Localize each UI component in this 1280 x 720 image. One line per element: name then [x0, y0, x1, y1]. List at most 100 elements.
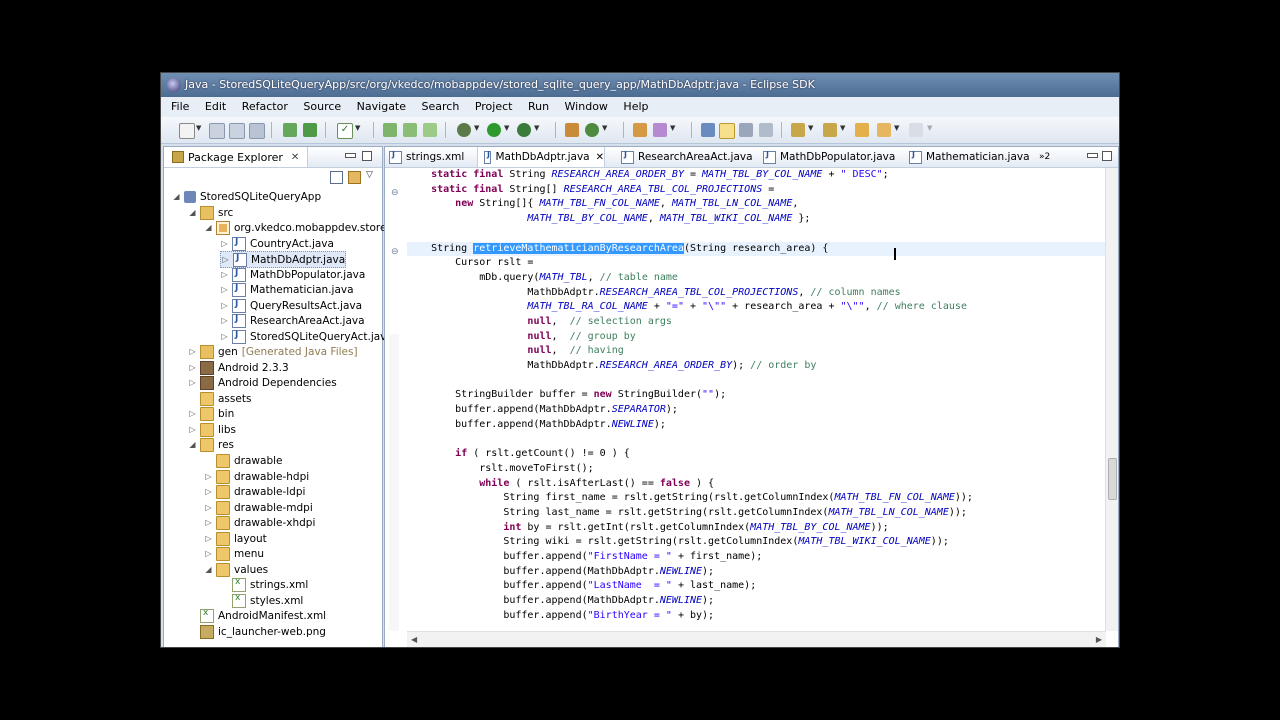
search-icon[interactable]: [653, 123, 667, 137]
expand-arrow-icon[interactable]: ▷: [188, 347, 197, 356]
save-icon[interactable]: [209, 123, 225, 139]
expand-arrow-icon[interactable]: ▷: [204, 518, 213, 527]
tree-item-layout[interactable]: ▷ layout: [204, 531, 267, 546]
tree-item-bin[interactable]: ▷ bin: [188, 406, 234, 421]
tree-item-androidmanifest[interactable]: AndroidManifest.xml: [188, 608, 326, 623]
tree-item-drawable-xhdpi[interactable]: ▷ drawable-xhdpi: [204, 515, 315, 530]
search-dropdown-icon[interactable]: ▼: [670, 124, 675, 132]
tree-item-styles-xml[interactable]: styles.xml: [220, 593, 303, 608]
view-menu-icon[interactable]: ▽: [366, 170, 373, 180]
tree-item-android-dependencies[interactable]: ▷ Android Dependencies: [188, 375, 337, 390]
back-dropdown-icon[interactable]: ▼: [894, 124, 899, 132]
expand-arrow-icon[interactable]: ▷: [220, 239, 229, 248]
back-icon[interactable]: [877, 123, 891, 137]
tree-item-drawable-hdpi[interactable]: ▷ drawable-hdpi: [204, 469, 309, 484]
forward-dropdown-icon[interactable]: ▼: [927, 124, 932, 132]
tab-package-explorer[interactable]: Package Explorer ✕: [164, 147, 309, 167]
collapse-arrow-icon[interactable]: ◢: [188, 440, 197, 449]
expand-arrow-icon[interactable]: ▷: [204, 503, 213, 512]
tree-item-android-233[interactable]: ▷ Android 2.3.3: [188, 360, 289, 375]
menu-refactor[interactable]: Refactor: [236, 97, 294, 113]
tab-researchareaact-java[interactable]: ResearchAreaAct.java: [621, 147, 753, 167]
run-icon[interactable]: [487, 123, 501, 137]
link-with-editor-icon[interactable]: [348, 171, 361, 184]
tree-item-strings-xml[interactable]: strings.xml: [220, 577, 308, 592]
previous-annotation-icon[interactable]: [823, 123, 837, 137]
collapse-arrow-icon[interactable]: ◢: [204, 565, 213, 574]
tab-overflow-list[interactable]: »2: [1039, 147, 1050, 167]
expand-arrow-icon[interactable]: ▷: [204, 534, 213, 543]
maximize-icon[interactable]: [362, 151, 372, 161]
collapse-all-icon[interactable]: [330, 171, 343, 184]
collapse-arrow-icon[interactable]: ◢: [188, 208, 197, 217]
fold-marker-icon[interactable]: ⊖: [391, 247, 399, 257]
tree-item-countryact[interactable]: ▷ CountryAct.java: [220, 236, 334, 251]
tree-item-menu[interactable]: ▷ menu: [204, 546, 264, 561]
horizontal-scrollbar[interactable]: ◀ ▶: [407, 631, 1106, 647]
expand-arrow-icon[interactable]: ▷: [188, 363, 197, 372]
tree-item-drawable-mdpi[interactable]: ▷ drawable-mdpi: [204, 500, 313, 515]
tree-item-libs[interactable]: ▷ libs: [188, 422, 236, 437]
expand-arrow-icon[interactable]: ▷: [188, 425, 197, 434]
minimize-icon[interactable]: [1087, 153, 1098, 158]
new-icon[interactable]: [179, 123, 195, 139]
menu-edit[interactable]: Edit: [199, 97, 232, 113]
android-sdk-icon[interactable]: [283, 123, 297, 137]
new-android-project-icon[interactable]: [383, 123, 397, 137]
debug-icon[interactable]: [457, 123, 471, 137]
tree-item-gen[interactable]: ▷ gen [Generated Java Files]: [188, 344, 358, 359]
expand-arrow-icon[interactable]: ▷: [188, 409, 197, 418]
save-all-icon[interactable]: [229, 123, 245, 139]
tree-item-mathdbadptr[interactable]: ▷ MathDbAdptr.java: [220, 251, 347, 268]
tab-strings-xml[interactable]: strings.xml: [389, 147, 464, 167]
tab-mathdbadptr-java[interactable]: MathDbAdptr.java ✕: [477, 147, 605, 167]
vertical-scrollbar[interactable]: [1105, 168, 1118, 631]
menu-source[interactable]: Source: [297, 97, 347, 113]
scroll-right-icon[interactable]: ▶: [1096, 635, 1102, 644]
tree-item-drawable[interactable]: drawable: [204, 453, 282, 468]
tree-item-drawable-ldpi[interactable]: ▷ drawable-ldpi: [204, 484, 305, 499]
tree-item-mathdbpopulator[interactable]: ▷ MathDbPopulator.java: [220, 267, 365, 282]
minimize-icon[interactable]: [345, 153, 356, 158]
tree-item-project[interactable]: ◢ StoredSQLiteQueryApp: [172, 189, 321, 204]
expand-arrow-icon[interactable]: ▷: [188, 378, 197, 387]
expand-arrow-icon[interactable]: ▷: [204, 487, 213, 496]
tree-item-storedsqlitequeryact[interactable]: ▷ StoredSQLiteQueryAct.java: [220, 329, 393, 344]
tree-item-researchareaact[interactable]: ▷ ResearchAreaAct.java: [220, 313, 365, 328]
next-annotation-dropdown-icon[interactable]: ▼: [808, 124, 813, 132]
print-icon[interactable]: [249, 123, 265, 139]
tree-item-queryresultsact[interactable]: ▷ QueryResultsAct.java: [220, 298, 362, 313]
scroll-left-icon[interactable]: ◀: [411, 635, 417, 644]
toggle-breadcrumb-icon[interactable]: [701, 123, 715, 137]
next-annotation-icon[interactable]: [791, 123, 805, 137]
expand-arrow-icon[interactable]: ▷: [204, 472, 213, 481]
tree-item-src[interactable]: ◢ src: [188, 205, 233, 220]
menu-navigate[interactable]: Navigate: [351, 97, 412, 113]
show-whitespace-icon[interactable]: [759, 123, 773, 137]
menu-project[interactable]: Project: [469, 97, 519, 113]
expand-arrow-icon[interactable]: ▷: [221, 255, 230, 264]
tree-item-package[interactable]: ◢ org.vkedco.mobappdev.stored: [204, 220, 393, 235]
tree-item-values[interactable]: ◢ values: [204, 562, 268, 577]
new-android-class-icon[interactable]: [403, 123, 417, 137]
forward-icon[interactable]: [909, 123, 923, 137]
menu-window[interactable]: Window: [559, 97, 614, 113]
code-area[interactable]: static final String RESEARCH_AREA_ORDER_…: [407, 168, 1107, 631]
checkbox-icon[interactable]: ✓: [337, 123, 353, 139]
avd-manager-icon[interactable]: [303, 123, 317, 137]
expand-arrow-icon[interactable]: ▷: [220, 301, 229, 310]
expand-arrow-icon[interactable]: ▷: [220, 332, 229, 341]
external-tools-icon[interactable]: [517, 123, 531, 137]
menu-run[interactable]: Run: [522, 97, 555, 113]
external-tools-dropdown-icon[interactable]: ▼: [534, 124, 539, 132]
tree-item-res[interactable]: ◢ res: [188, 437, 234, 452]
debug-dropdown-icon[interactable]: ▼: [474, 124, 479, 132]
run-dropdown-icon[interactable]: ▼: [504, 124, 509, 132]
last-edit-location-icon[interactable]: [855, 123, 869, 137]
collapse-arrow-icon[interactable]: ◢: [172, 192, 181, 201]
menu-search[interactable]: Search: [416, 97, 466, 113]
tab-mathematician-java[interactable]: Mathematician.java: [909, 147, 1030, 167]
new-class-dropdown-icon[interactable]: ▼: [602, 124, 607, 132]
new-java-class-icon[interactable]: [585, 123, 599, 137]
expand-arrow-icon[interactable]: ▷: [204, 549, 213, 558]
